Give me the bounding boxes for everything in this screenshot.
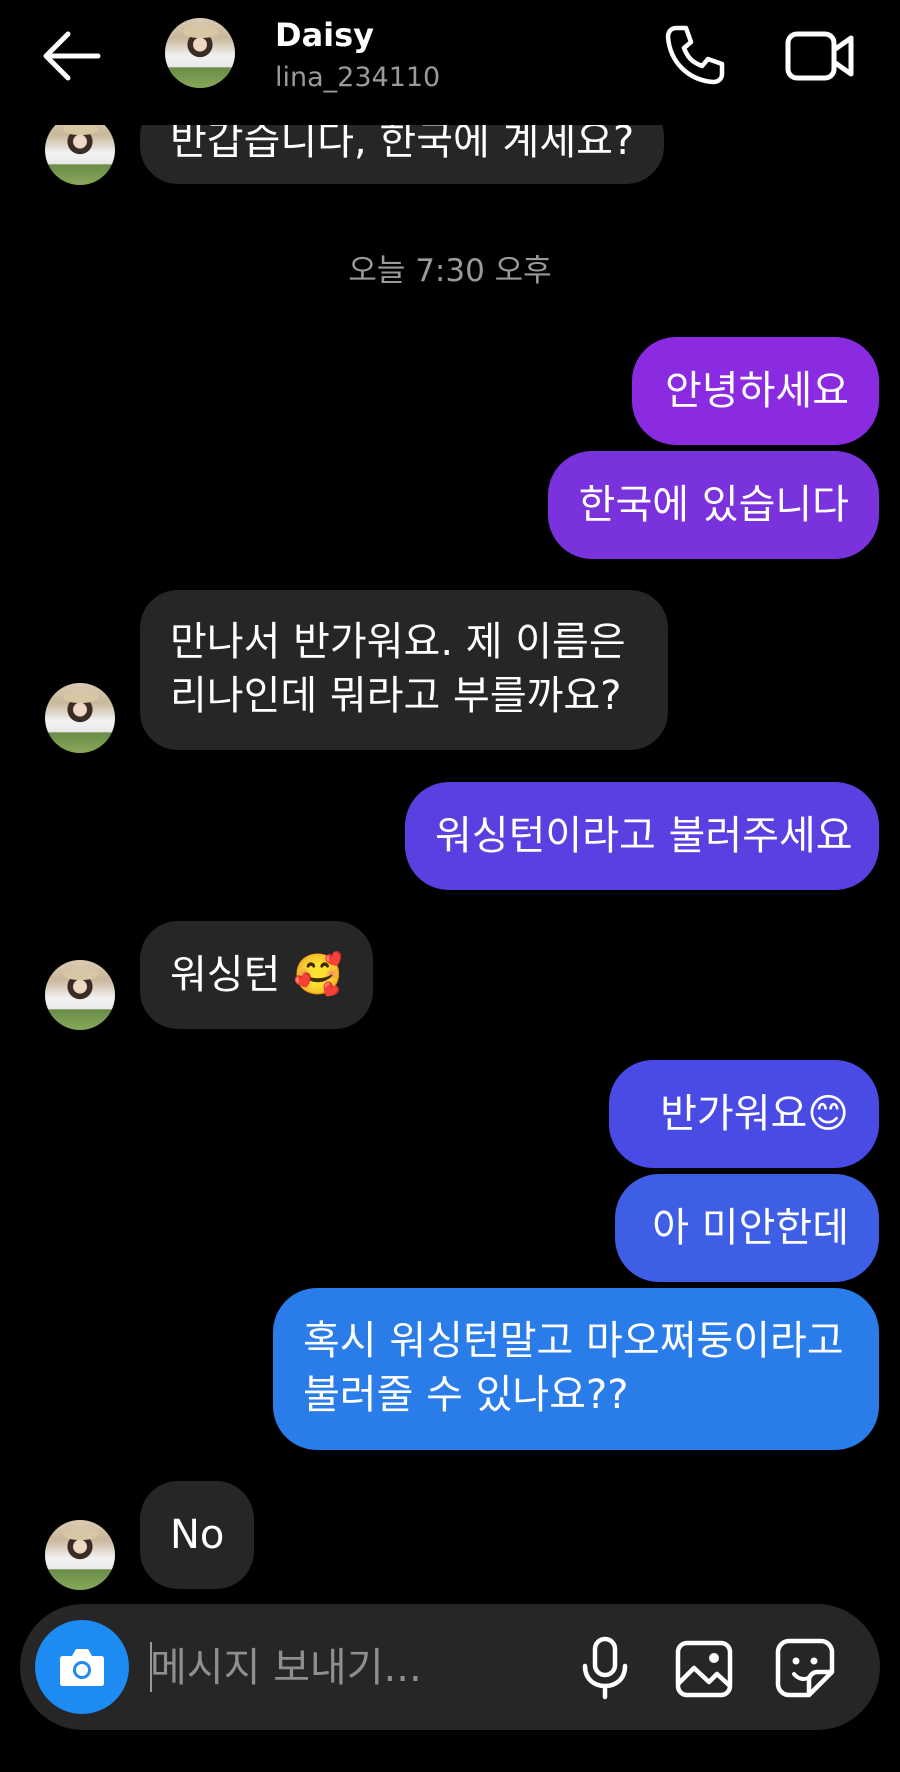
sender-avatar[interactable] [45,960,115,1030]
message-text-line: 혹시 워싱턴말고 마오쩌둥이라고 [303,1318,844,1364]
video-call-icon[interactable] [785,26,855,86]
contact-handle[interactable]: lina_234110 [275,62,440,93]
message-text: 반가워요 [660,1091,808,1137]
message-text-line: 리나인데 뭐라고 부를까요? [170,673,622,719]
header-avatar[interactable] [165,18,235,88]
sent-message[interactable]: 혹시 워싱턴말고 마오쩌둥이라고 불러줄 수 있나요?? [273,1288,879,1450]
sender-avatar[interactable] [45,115,115,185]
sent-message[interactable]: 아 미안한데 [615,1174,879,1282]
message-text: 워싱턴 [170,952,281,998]
message-text: 한국에 있습니다 [578,482,849,528]
message-text: 워싱턴이라고 불러주세요 [435,813,853,859]
camera-icon [60,1649,104,1686]
received-message[interactable]: 워싱턴 🥰 [140,921,373,1029]
phone-icon[interactable] [662,22,728,88]
sent-message[interactable]: 안녕하세요 [632,337,879,445]
message-text-line: 만나서 반가워요. 제 이름은 [170,619,626,665]
smiling-face-with-hearts-emoji: 🥰 [293,952,343,998]
sender-avatar[interactable] [45,1520,115,1590]
gallery-icon[interactable] [675,1640,733,1698]
timestamp: 오늘 7:30 오후 [348,253,552,289]
camera-button[interactable] [35,1620,129,1714]
sticker-icon[interactable] [775,1638,835,1698]
message-text-line: 불러줄 수 있나요?? [303,1372,629,1418]
sent-message[interactable]: 한국에 있습니다 [548,451,879,559]
sent-message[interactable]: 워싱턴이라고 불러주세요 [405,782,879,890]
received-message[interactable]: No [140,1481,255,1589]
sent-message[interactable]: 반가워요😊 [609,1060,879,1168]
chat-header: Daisy lina_234110 [0,0,900,125]
message-text: No [170,1512,225,1558]
received-message[interactable]: 만나서 반가워요. 제 이름은 리나인데 뭐라고 부를까요? [140,590,668,750]
back-arrow-icon[interactable] [38,28,102,84]
sender-avatar[interactable] [45,683,115,753]
message-text: 안녕하세요 [665,368,849,414]
smiling-face-emoji: 😊 [807,1091,849,1137]
message-text: 아 미안한데 [652,1205,849,1251]
contact-name[interactable]: Daisy [275,16,374,54]
message-input[interactable] [150,1640,530,1696]
microphone-icon[interactable] [580,1636,630,1700]
